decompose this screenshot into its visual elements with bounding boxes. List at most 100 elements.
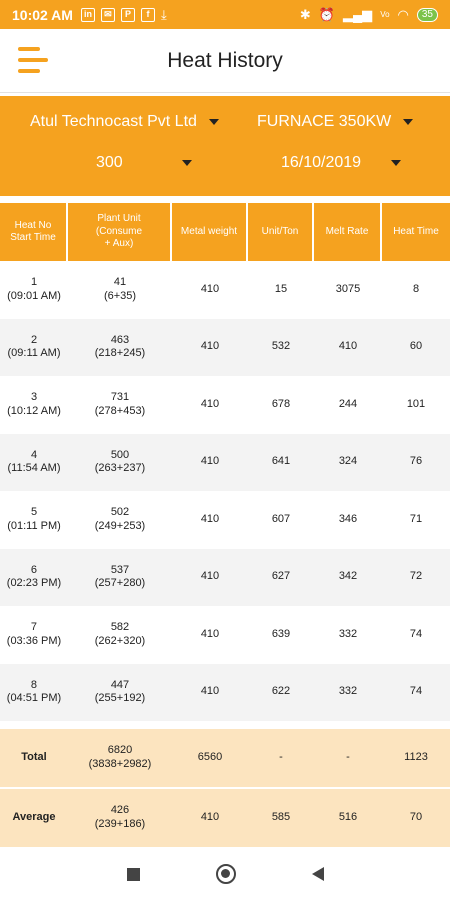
number-value: 300 [96, 154, 123, 171]
system-icons: ✱ ⏰ ▂▄▆ Vo ◠ 35 [300, 7, 438, 23]
cell-melt: 332 [338, 685, 358, 698]
chevron-down-icon [208, 119, 219, 125]
cell-plant: 447 (255+192) [94, 678, 146, 705]
number-dropdown[interactable]: 300 [96, 154, 192, 172]
cell-unit: 532 [271, 340, 291, 353]
header-melt-rate: Melt Rate [314, 203, 382, 261]
chevron-down-icon [403, 119, 414, 125]
header-heat-time: Heat Time [393, 225, 439, 237]
cell-unit: 678 [271, 397, 291, 410]
p-icon: P [120, 7, 135, 22]
cell-unit: 627 [271, 570, 291, 583]
average-time: 70 [409, 811, 423, 824]
cell-metal: 410 [200, 340, 220, 353]
cell-melt: 332 [338, 627, 358, 640]
cell-melt: 324 [338, 455, 358, 468]
page-title: Heat History [167, 49, 283, 72]
average-plant: 426 (239+186) [94, 804, 146, 830]
linkedin-icon: in [80, 7, 95, 22]
cell-unit: 639 [271, 627, 291, 640]
cell-time: 8 [412, 282, 420, 295]
mail-icon: ✉ [100, 7, 115, 22]
cell-heat: 8 (04:51 PM) [6, 678, 62, 705]
cell-metal: 410 [200, 455, 220, 468]
alarm-icon: ⏰ [318, 6, 335, 22]
table-row: 8 (04:51 PM) 447 (255+192) 410 622 332 74 [0, 663, 450, 721]
signal-icon: ▂▄▆ [342, 6, 373, 22]
table-row: 2 (09:11 AM) 463 (218+245) 410 532 410 60 [0, 318, 450, 376]
cell-plant: 537 (257+280) [94, 563, 146, 590]
cell-time: 74 [409, 627, 423, 640]
header-unit-ton: Unit/Ton [248, 203, 314, 261]
cell-plant: 582 (262+320) [94, 621, 146, 647]
cell-time: 71 [409, 512, 423, 525]
header-heat-no: Heat No Start Time [0, 203, 68, 261]
date-value: 16/10/2019 [281, 154, 362, 171]
status-bar: 10:02 AM in ✉ P f ⤓ ✱ ⏰ ▂▄▆ Vo ◠ 35 [0, 0, 450, 29]
cell-melt: 244 [338, 397, 358, 410]
cell-time: 74 [409, 685, 423, 698]
furnace-value: FURNACE 350KW [257, 113, 392, 130]
cell-metal: 410 [200, 512, 220, 525]
cell-metal: 410 [200, 282, 220, 295]
cell-time: 72 [409, 570, 423, 583]
average-unit: 585 [271, 811, 291, 824]
system-nav-bar [0, 848, 450, 900]
cell-heat: 1 (09:01 AM) [7, 276, 61, 302]
average-metal: 410 [200, 811, 220, 824]
cell-metal: 410 [200, 570, 220, 583]
cell-plant: 41 (6+35) [103, 276, 137, 302]
cell-time: 101 [406, 397, 426, 410]
status-time: 10:02 AM [12, 6, 73, 23]
volte-icon: Vo [380, 10, 390, 19]
cell-plant: 463 (218+245) [94, 333, 146, 360]
table-row: 7 (03:36 PM) 582 (262+320) 410 639 332 74 [0, 606, 450, 664]
table-header-row: Heat No Start Time Plant Unit (Consume + Au… [0, 203, 450, 261]
cell-unit: 15 [274, 282, 288, 295]
cell-unit: 607 [271, 512, 291, 525]
recents-square-icon[interactable] [126, 867, 140, 881]
home-circle-icon[interactable] [215, 864, 236, 884]
total-label: Total [21, 751, 47, 764]
cell-plant: 500 (263+237) [94, 448, 146, 475]
notification-icons: in ✉ P f ⤓ [80, 6, 167, 23]
back-triangle-icon[interactable] [311, 867, 324, 881]
company-value: Atul Technocast Pvt Ltd [30, 113, 197, 130]
company-dropdown[interactable]: Atul Technocast Pvt Ltd [30, 113, 219, 131]
cell-melt: 342 [338, 570, 358, 583]
download-icon: ⤓ [160, 6, 167, 22]
heat-history-table: Heat No Start Time Plant Unit (Consume + Au… [0, 203, 450, 721]
average-row: Average 426 (239+186) 410 585 516 70 [0, 789, 450, 847]
bluetooth-muted-icon: ✱ [299, 6, 311, 22]
total-melt: - [346, 751, 350, 764]
cell-heat: 7 (03:36 PM) [6, 621, 62, 647]
total-plant: 6820 (3838+2982) [88, 744, 152, 770]
average-label: Average [12, 811, 56, 824]
wifi-icon: ◠ [397, 6, 409, 22]
average-melt: 516 [338, 811, 358, 824]
table-row: 1 (09:01 AM) 41 (6+35) 410 15 3075 8 [0, 261, 450, 319]
cell-metal: 410 [200, 685, 220, 698]
cell-time: 76 [409, 455, 423, 468]
chevron-down-icon [391, 160, 401, 166]
cell-heat: 6 (02:23 PM) [6, 563, 62, 590]
total-metal: 6560 [197, 751, 223, 764]
cell-heat: 5 (01:11 PM) [7, 506, 61, 532]
table-row: 6 (02:23 PM) 537 (257+280) 410 627 342 72 [0, 548, 450, 606]
furnace-dropdown[interactable]: FURNACE 350KW [257, 113, 414, 131]
cell-heat: 2 (09:11 AM) [7, 333, 61, 360]
cell-melt: 410 [338, 340, 358, 353]
header-plant-unit: Plant Unit (Consume + Aux) [68, 203, 172, 261]
total-row: Total 6820 (3838+2982) 6560 - - 1123 [0, 729, 450, 787]
cell-heat: 3 (10:12 AM) [7, 391, 61, 417]
header-metal-weight: Metal weight [172, 203, 248, 261]
facebook-icon: f [140, 7, 155, 22]
date-dropdown[interactable]: 16/10/2019 [281, 154, 401, 172]
cell-metal: 410 [200, 397, 220, 410]
cell-plant: 502 (249+253) [94, 506, 146, 532]
total-time: 1123 [404, 751, 428, 764]
table-row: 4 (11:54 AM) 500 (263+237) 410 641 324 76 [0, 433, 450, 491]
chevron-down-icon [182, 160, 192, 166]
app-bar: Heat History [0, 29, 450, 93]
cell-melt: 3075 [335, 282, 361, 295]
